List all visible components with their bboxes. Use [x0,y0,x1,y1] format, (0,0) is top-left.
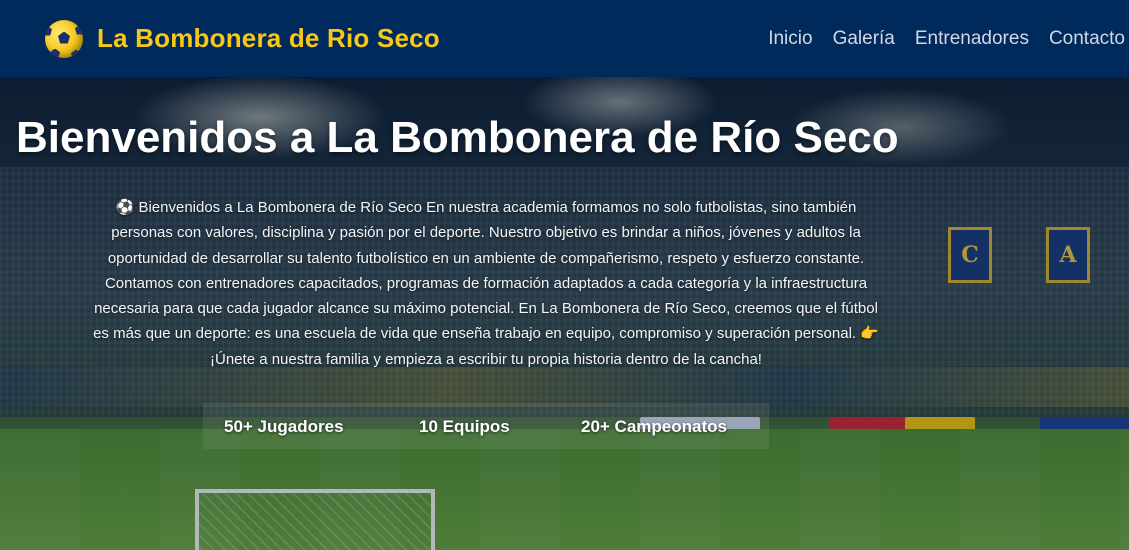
soccer-ball-icon [45,19,83,58]
stat-players: 50+ Jugadores [224,417,344,436]
brand-name: La Bombonera de Rio Seco [97,23,440,53]
main-nav: Inicio Galería Entrenadores Contacto [748,0,1125,77]
nav-link-inicio[interactable]: Inicio [768,28,812,50]
stats-bar: 50+ Jugadores 10 Equipos 20+ Campeonatos [203,403,769,449]
nav-link-galeria[interactable]: Galería [833,28,895,50]
navbar: La Bombonera de Rio Seco Inicio Galería … [0,0,1129,77]
hero-title: Bienvenidos a La Bombonera de Río Seco [16,113,899,162]
hero-description: ⚽ Bienvenidos a La Bombonera de Río Seco… [93,199,879,368]
nav-link-entrenadores[interactable]: Entrenadores [915,28,1029,50]
brand[interactable]: La Bombonera de Rio Seco [45,19,440,58]
stat-teams: 10 Equipos [419,417,510,436]
nav-link-contacto[interactable]: Contacto [1049,28,1125,50]
stat-championships: 20+ Campeonatos [581,417,727,436]
